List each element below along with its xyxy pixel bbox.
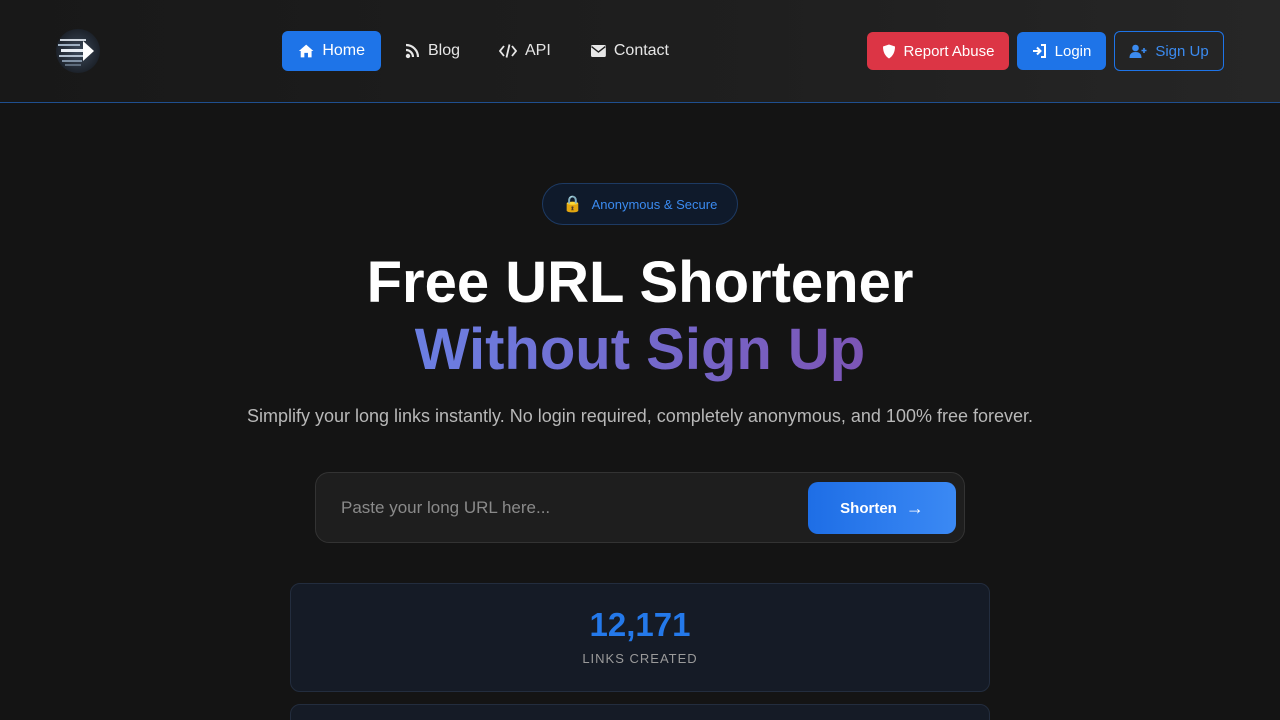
envelope-icon [591, 45, 606, 57]
signup-button[interactable]: Sign Up [1114, 31, 1224, 71]
user-plus-icon [1129, 44, 1147, 58]
nav-home-link[interactable]: Home [282, 31, 381, 71]
code-icon [499, 44, 517, 58]
nav-contact-link[interactable]: Contact [575, 31, 685, 71]
login-icon [1032, 44, 1046, 58]
home-icon [298, 44, 314, 58]
arrow-right-icon: → [905, 497, 924, 518]
links-created-label: LINKS CREATED [582, 651, 698, 666]
report-abuse-label: Report Abuse [903, 42, 995, 60]
logo-arrow-icon [58, 39, 94, 66]
url-input[interactable] [332, 485, 802, 531]
site-logo[interactable] [56, 29, 100, 73]
navbar: Home Blog API Contact Report Abuse Login… [0, 0, 1280, 103]
nav-home-label: Home [322, 42, 365, 59]
nav-api-link[interactable]: API [483, 31, 568, 71]
nav-blog-link[interactable]: Blog [388, 31, 476, 71]
hero-title: Free URL Shortener [366, 250, 914, 315]
report-abuse-button[interactable]: Report Abuse [867, 32, 1009, 70]
lock-icon: 🔒 [562, 196, 583, 213]
shorten-button-label: Shorten [840, 499, 897, 517]
links-created-stat: 12,171 LINKS CREATED [290, 583, 990, 692]
hero-title-gradient: Without Sign Up [0, 315, 1280, 385]
shield-icon [882, 44, 895, 58]
login-label: Login [1054, 42, 1092, 60]
nav-contact-label: Contact [613, 42, 669, 59]
shorten-button[interactable]: Shorten → [808, 482, 956, 534]
hero-title-line2: Without Sign Up [414, 317, 866, 382]
anonymous-secure-badge: 🔒 Anonymous & Secure [542, 183, 738, 225]
nav-api-label: API [525, 42, 551, 59]
signup-label: Sign Up [1155, 42, 1209, 60]
nav-blog-label: Blog [427, 42, 460, 59]
hero-subtitle: Simplify your long links instantly. No l… [246, 406, 1034, 426]
shorten-form: Shorten → [315, 472, 965, 543]
badge-text: Anonymous & Secure [591, 196, 718, 212]
blog-icon [405, 43, 420, 59]
secondary-stat-card [290, 704, 990, 720]
login-button[interactable]: Login [1017, 32, 1106, 70]
links-created-value: 12,171 [589, 606, 691, 643]
